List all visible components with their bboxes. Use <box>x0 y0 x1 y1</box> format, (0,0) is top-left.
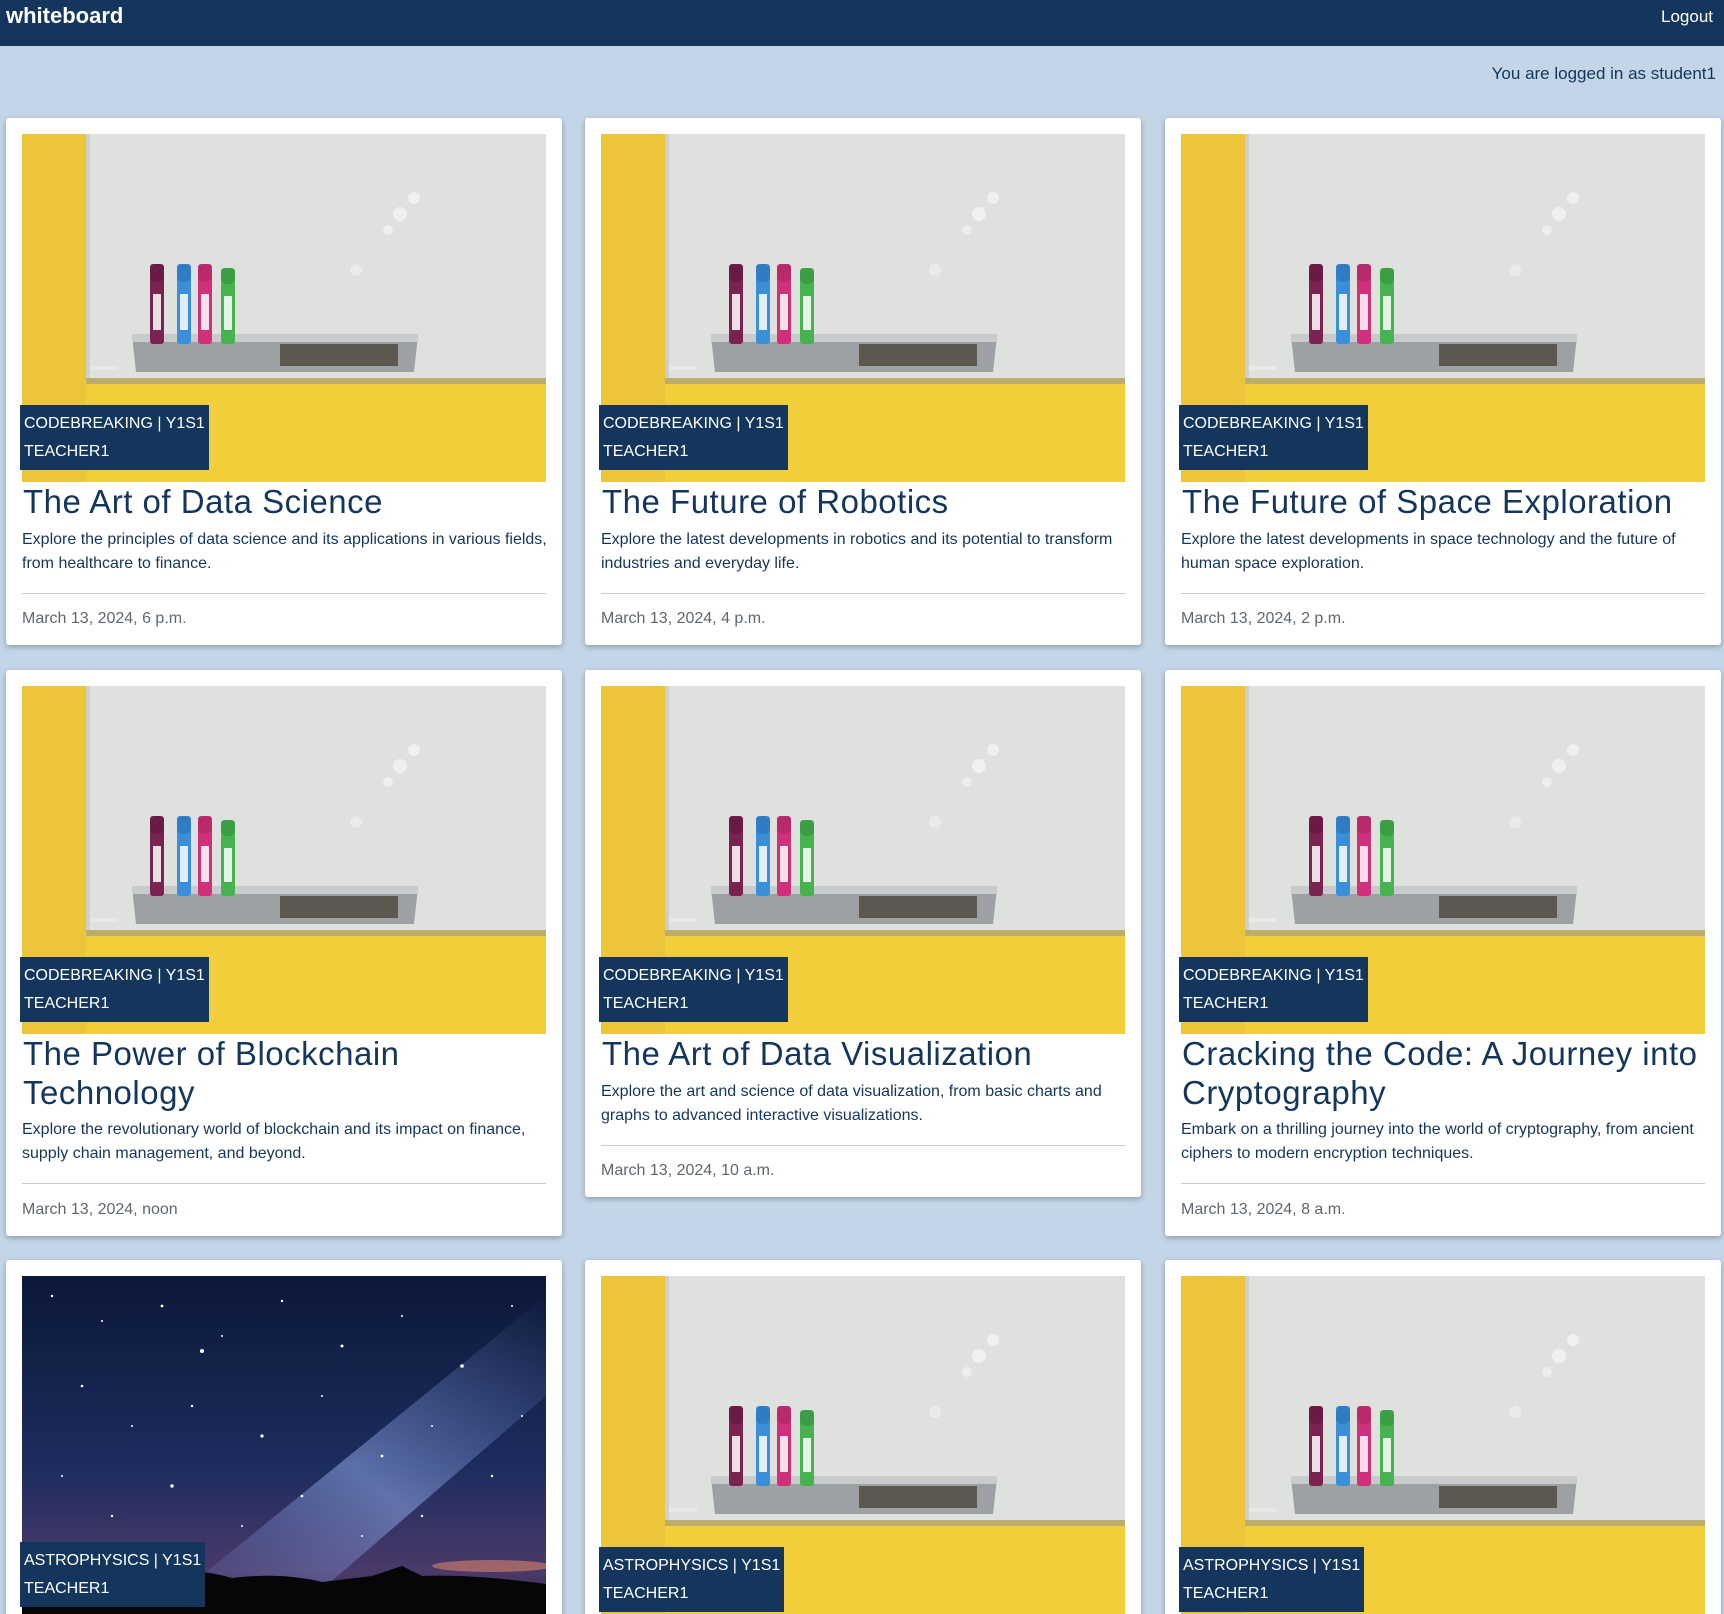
course-card[interactable]: CODEBREAKING | Y1S1 TEACHER1 The Future … <box>1165 118 1721 645</box>
course-badge: CODEBREAKING | Y1S1 TEACHER1 <box>599 957 788 1022</box>
course-badge-teacher: TEACHER1 <box>603 443 689 460</box>
course-badge-code: CODEBREAKING | Y1S1 <box>1183 967 1364 984</box>
course-card[interactable]: CODEBREAKING | Y1S1 TEACHER1 Cracking th… <box>1165 670 1721 1236</box>
course-card[interactable]: CODEBREAKING | Y1S1 TEACHER1 The Power o… <box>6 670 562 1236</box>
course-badge-teacher: TEACHER1 <box>1183 443 1269 460</box>
card-date: March 13, 2024, 6 p.m. <box>22 610 187 627</box>
course-badge-code: ASTROPHYSICS | Y1S1 <box>1183 1557 1361 1574</box>
card-date: March 13, 2024, 2 p.m. <box>1181 610 1346 627</box>
course-card[interactable]: ASTROPHYSICS | Y1S1 TEACHER1 <box>1165 1260 1721 1614</box>
course-badge: CODEBREAKING | Y1S1 TEACHER1 <box>20 957 209 1022</box>
card-title[interactable]: The Power of Blockchain Technology <box>23 1034 548 1112</box>
course-badge: CODEBREAKING | Y1S1 TEACHER1 <box>599 405 788 470</box>
course-badge-teacher: TEACHER1 <box>24 443 110 460</box>
course-card[interactable]: ASTROPHYSICS | Y1S1 TEACHER1 <box>585 1260 1141 1614</box>
login-status: You are logged in as student1 <box>1491 64 1716 83</box>
course-badge: CODEBREAKING | Y1S1 TEACHER1 <box>1179 405 1368 470</box>
course-card[interactable]: CODEBREAKING | Y1S1 TEACHER1 The Future … <box>585 118 1141 645</box>
card-divider <box>1181 593 1705 594</box>
card-title[interactable]: The Art of Data Science <box>23 482 548 521</box>
course-badge: ASTROPHYSICS | Y1S1 TEACHER1 <box>20 1542 206 1607</box>
course-badge-teacher: TEACHER1 <box>603 1585 689 1602</box>
navbar: whiteboard Logout <box>0 0 1724 46</box>
card-title[interactable]: Cracking the Code: A Journey into Crypto… <box>1182 1034 1707 1112</box>
card-divider <box>22 1183 546 1184</box>
card-divider <box>601 1145 1125 1146</box>
course-badge: CODEBREAKING | Y1S1 TEACHER1 <box>20 405 209 470</box>
course-badge-teacher: TEACHER1 <box>24 995 110 1012</box>
card-date: March 13, 2024, 4 p.m. <box>601 610 766 627</box>
card-date: March 13, 2024, 10 a.m. <box>601 1162 775 1179</box>
card-divider <box>1181 1183 1705 1184</box>
course-badge-code: ASTROPHYSICS | Y1S1 <box>24 1552 202 1569</box>
course-badge-code: ASTROPHYSICS | Y1S1 <box>603 1557 781 1574</box>
course-card[interactable]: CODEBREAKING | Y1S1 TEACHER1 The Art of … <box>585 670 1141 1197</box>
card-date: March 13, 2024, noon <box>22 1201 178 1218</box>
course-badge-code: CODEBREAKING | Y1S1 <box>1183 415 1364 432</box>
card-title[interactable]: The Future of Robotics <box>602 482 1127 521</box>
brand-link[interactable]: whiteboard <box>6 3 123 29</box>
course-badge: ASTROPHYSICS | Y1S1 TEACHER1 <box>1179 1547 1365 1612</box>
card-title[interactable]: The Future of Space Exploration <box>1182 482 1707 521</box>
card-description: Explore the principles of data science a… <box>22 531 547 572</box>
course-badge-code: CODEBREAKING | Y1S1 <box>603 415 784 432</box>
card-date: March 13, 2024, 8 a.m. <box>1181 1201 1346 1218</box>
course-badge: ASTROPHYSICS | Y1S1 TEACHER1 <box>599 1547 785 1612</box>
logout-link[interactable]: Logout <box>1661 7 1713 27</box>
course-badge-teacher: TEACHER1 <box>603 995 689 1012</box>
card-description: Explore the art and science of data visu… <box>601 1083 1102 1124</box>
course-badge-code: CODEBREAKING | Y1S1 <box>24 415 205 432</box>
course-badge-code: CODEBREAKING | Y1S1 <box>24 967 205 984</box>
card-description: Explore the latest developments in space… <box>1181 531 1676 572</box>
card-divider <box>22 593 546 594</box>
card-description: Embark on a thrilling journey into the w… <box>1181 1121 1694 1162</box>
course-card[interactable]: ASTROPHYSICS | Y1S1 TEACHER1 <box>6 1260 562 1614</box>
card-description: Explore the latest developments in robot… <box>601 531 1113 572</box>
card-divider <box>601 593 1125 594</box>
card-description: Explore the revolutionary world of block… <box>22 1121 526 1162</box>
course-badge-teacher: TEACHER1 <box>1183 995 1269 1012</box>
course-badge-code: CODEBREAKING | Y1S1 <box>603 967 784 984</box>
course-badge-teacher: TEACHER1 <box>1183 1585 1269 1602</box>
course-badge-teacher: TEACHER1 <box>24 1580 110 1597</box>
card-title[interactable]: The Art of Data Visualization <box>602 1034 1127 1073</box>
course-card[interactable]: CODEBREAKING | Y1S1 TEACHER1 The Art of … <box>6 118 562 645</box>
course-badge: CODEBREAKING | Y1S1 TEACHER1 <box>1179 957 1368 1022</box>
